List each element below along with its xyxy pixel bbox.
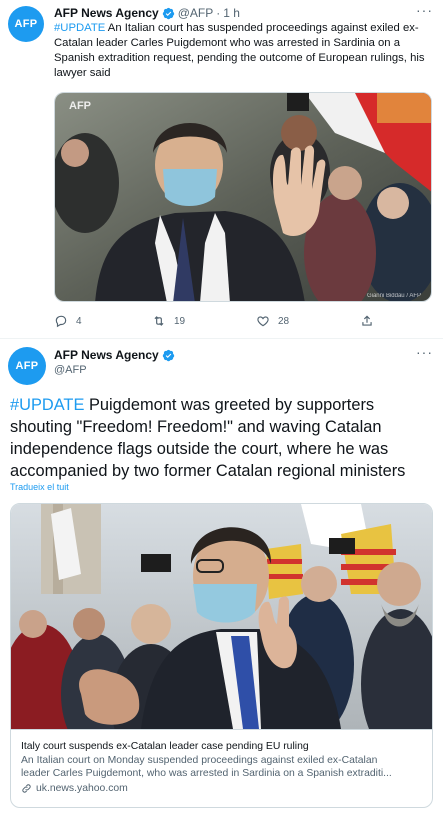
verified-badge-icon [162,349,174,361]
author-handle[interactable]: @AFP [178,6,214,20]
author-name[interactable]: AFP News Agency [54,6,159,20]
timestamp[interactable]: 1 h [223,6,240,20]
like-count: 28 [278,315,290,327]
author-name[interactable]: AFP News Agency [54,348,159,362]
avatar[interactable]: AFP [8,347,46,385]
card-description: An Italian court on Monday suspended pro… [21,754,426,780]
photo-credit: Gianni Biddau / AFP [367,293,421,299]
translate-tweet-link[interactable]: Tradueix el tuit [10,482,69,492]
link-icon [22,784,31,793]
tweet-photo[interactable]: AFP Gianni Biddau / AFP [54,92,432,302]
card-description-line-1: An Italian court on Monday suspended pro… [21,755,378,766]
tweet-actions: 4 19 28 [54,314,384,330]
card-title: Italy court suspends ex-Catalan leader c… [21,741,309,752]
reply-count: 4 [76,315,82,327]
photo-puigdemont-waving: AFP Gianni Biddau / AFP [55,93,431,301]
separator-dot: · [216,6,221,20]
tweet-divider [0,338,443,339]
tweet-text: #UPDATE Puigdemont was greeted by suppor… [10,394,440,482]
share-icon [362,315,372,326]
tweet-text: #UPDATE An Italian court has suspended p… [54,21,434,81]
author-handle[interactable]: @AFP [54,364,87,376]
more-options-icon[interactable]: ··· [416,344,433,360]
photo-puigdemont-court [11,504,432,764]
card-body: Italy court suspends ex-Catalan leader c… [11,729,432,807]
card-domain-text: uk.news.yahoo.com [36,783,128,794]
retweet-icon [154,316,164,326]
tweet-body: An Italian court has suspended proceedin… [54,22,425,79]
verified-badge-icon [162,7,174,19]
card-description-line-2: leader Carles Puigdemont, who was arrest… [21,768,392,779]
retweet-button[interactable]: 19 [152,314,185,328]
card-domain: uk.news.yahoo.com [21,783,424,794]
hashtag-link[interactable]: #UPDATE [10,396,84,414]
retweet-count: 19 [174,315,186,327]
hashtag-link[interactable]: #UPDATE [54,22,105,34]
tweet-1[interactable]: AFP AFP News Agency @AFP · 1 h ··· #UPDA… [0,0,443,338]
like-button[interactable]: 28 [256,314,289,328]
more-options-icon[interactable]: ··· [416,2,433,18]
tweet-header: AFP News Agency @AFP · 1 h [54,6,240,20]
avatar-label: AFP [14,18,38,30]
share-button[interactable] [360,314,374,328]
avatar-label: AFP [15,360,39,372]
card-photo [11,504,432,764]
reply-icon [55,315,67,328]
author-name-row: AFP News Agency [54,348,175,362]
heart-icon [257,316,269,327]
avatar[interactable]: AFP [8,6,44,42]
reply-button[interactable]: 4 [54,314,82,328]
link-card[interactable]: Italy court suspends ex-Catalan leader c… [10,503,433,808]
photo-watermark: AFP [69,100,91,112]
